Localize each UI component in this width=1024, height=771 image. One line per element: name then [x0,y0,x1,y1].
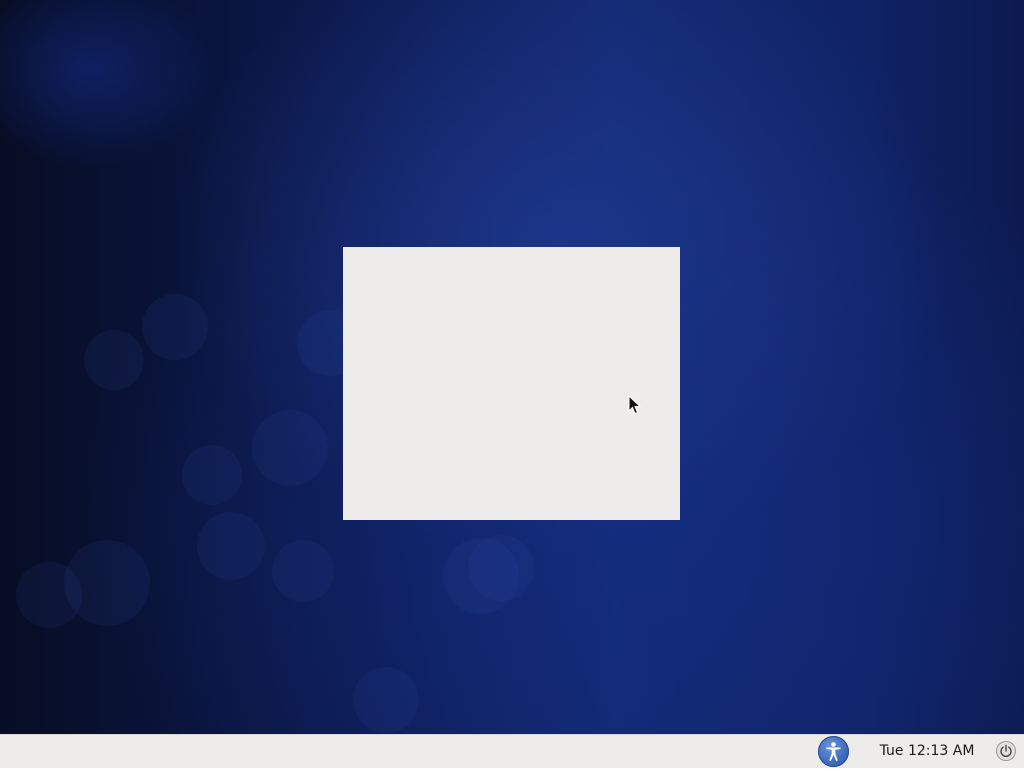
bokeh-circle [252,410,328,486]
clock-display[interactable]: Tue 12:13 AM [872,735,982,768]
bokeh-circle [182,445,242,505]
universal-access-icon[interactable] [818,736,849,767]
bokeh-circle [142,294,208,360]
power-glyph [1000,744,1012,758]
bokeh-circle [16,562,82,628]
bottom-panel: Tue 12:13 AM [0,734,1024,768]
mouse-pointer-icon [628,395,642,415]
universal-access-glyph [826,742,841,761]
bokeh-circle [197,512,265,580]
power-icon[interactable] [996,741,1016,761]
bokeh-circle [468,535,534,601]
bokeh-circle [353,667,419,733]
blank-dialog-window[interactable] [343,247,680,520]
bokeh-circle [84,330,144,390]
bokeh-circle [272,540,334,602]
